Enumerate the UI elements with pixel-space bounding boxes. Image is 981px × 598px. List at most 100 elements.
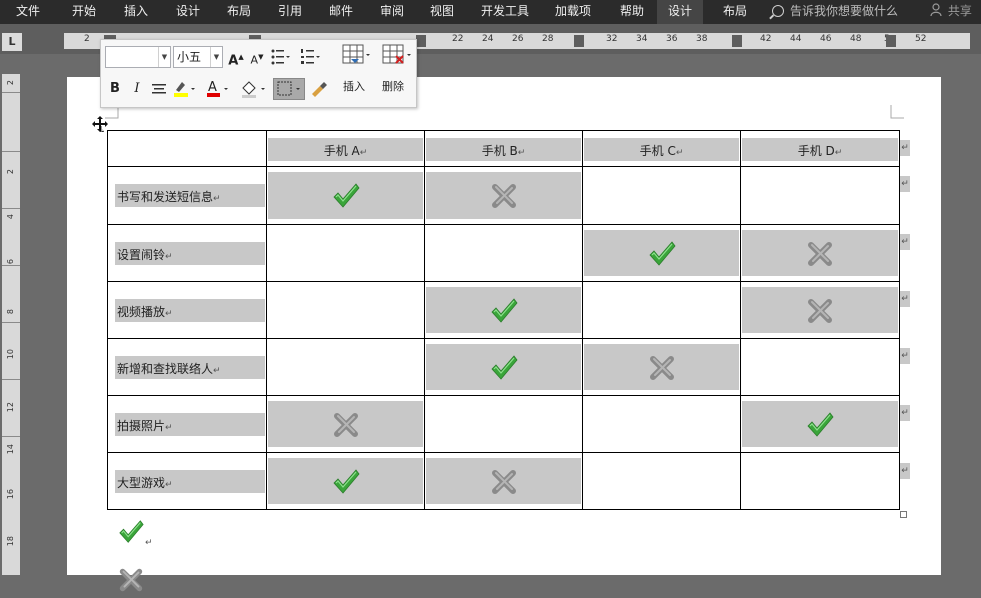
row-label-cell[interactable]: 拍摄照片↵ [107, 395, 267, 453]
ribbon-tab[interactable]: 插入 [120, 0, 152, 24]
ribbon-tab[interactable]: 布局 [223, 0, 255, 24]
ribbon-tab[interactable]: 开始 [68, 0, 100, 24]
ribbon-tab[interactable]: 开发工具 [477, 0, 533, 24]
bold-button[interactable]: B [104, 78, 126, 100]
mark-cell[interactable] [266, 395, 425, 453]
header-cell[interactable]: 手机 A↵ [266, 130, 425, 167]
share-button[interactable]: 共享 [930, 0, 972, 24]
ruler-number: 28 [542, 34, 554, 44]
row-label-cell[interactable]: 书写和发送短信息↵ [107, 166, 267, 225]
header-cell[interactable]: 手机 C↵ [582, 130, 741, 167]
row-marker[interactable] [2, 322, 20, 323]
ribbon-tab[interactable]: 设计 [657, 0, 704, 24]
center-align-icon[interactable] [148, 78, 170, 100]
bullet-list-icon[interactable] [269, 46, 291, 68]
check-icon [489, 296, 519, 329]
tab-selector[interactable]: L [2, 33, 22, 51]
mark-cell[interactable] [582, 452, 741, 510]
mark-cell[interactable] [424, 452, 583, 510]
mark-cell[interactable] [424, 338, 583, 396]
font-color-icon[interactable]: A [204, 78, 228, 100]
highlight-icon[interactable] [171, 78, 195, 100]
mark-cell[interactable] [424, 281, 583, 339]
row-label-cell[interactable]: 视频播放↵ [107, 281, 267, 339]
ribbon-tab[interactable]: 加载项 [551, 0, 595, 24]
tell-me-search[interactable]: 告诉我你想要做什么 [772, 0, 898, 24]
mark-cell[interactable] [740, 338, 900, 396]
column-marker[interactable] [732, 35, 742, 47]
italic-button[interactable]: I [126, 78, 148, 100]
header-cell[interactable] [107, 130, 267, 167]
header-label: 手机 A↵ [267, 142, 424, 159]
ruler-number: 10 [6, 349, 15, 360]
row-label-cell[interactable]: 新增和查找联络人↵ [107, 338, 267, 396]
insert-table-icon[interactable] [342, 44, 370, 66]
row-marker[interactable] [2, 265, 20, 266]
shading-icon[interactable] [239, 78, 265, 100]
row-label-cell[interactable]: 大型游戏↵ [107, 452, 267, 510]
row-label: 书写和发送短信息↵ [117, 188, 221, 205]
mark-cell[interactable] [582, 338, 741, 396]
column-marker[interactable] [416, 35, 426, 47]
mark-cell[interactable] [740, 452, 900, 510]
ribbon-tab[interactable]: 引用 [274, 0, 306, 24]
mark-cell[interactable] [740, 166, 900, 225]
mark-cell[interactable] [266, 338, 425, 396]
row-label-cell[interactable]: 设置闹铃↵ [107, 224, 267, 282]
mark-cell[interactable] [266, 452, 425, 510]
table-resize-handle[interactable] [900, 511, 907, 518]
row-marker[interactable] [2, 92, 20, 93]
ribbon-tab[interactable]: 视图 [426, 0, 458, 24]
ribbon-tab[interactable]: 帮助 [616, 0, 648, 24]
shrink-font-icon[interactable]: A▼ [246, 46, 268, 68]
mark-cell[interactable] [582, 395, 741, 453]
row-marker[interactable] [2, 151, 20, 152]
ribbon-tab[interactable]: 邮件 [325, 0, 357, 24]
row-marker[interactable] [2, 208, 20, 209]
numbered-list-icon[interactable] [299, 46, 321, 68]
header-cell[interactable]: 手机 B↵ [424, 130, 583, 167]
row-marker[interactable] [2, 436, 20, 437]
chevron-down-icon[interactable]: ▼ [210, 47, 222, 67]
font-name-box[interactable]: ▼ [105, 46, 171, 68]
ribbon-tab[interactable]: 布局 [719, 0, 751, 24]
row-label: 视频播放↵ [117, 303, 173, 320]
mark-cell[interactable] [424, 224, 583, 282]
mark-cell[interactable] [424, 395, 583, 453]
grow-font-icon[interactable]: A▲ [225, 46, 247, 68]
column-marker[interactable] [574, 35, 584, 47]
row-label-text: 拍摄照片 [117, 418, 166, 433]
chevron-down-icon[interactable]: ▼ [158, 47, 170, 67]
row-marker[interactable] [2, 379, 20, 380]
check-icon [117, 518, 145, 550]
ruler-number: 32 [606, 34, 618, 44]
feature-table[interactable]: 手机 A↵ 手机 B↵ 手机 C↵ 手机 D↵ 书写和发送短信息↵ 设置闹铃↵ 视频播放↵ 新… [107, 130, 900, 510]
mark-cell[interactable] [582, 224, 741, 282]
mark-cell[interactable] [266, 281, 425, 339]
ruler-number: 52 [915, 34, 927, 44]
ribbon-tab[interactable]: 文件 [12, 0, 44, 24]
mark-cell[interactable] [740, 224, 900, 282]
format-painter-icon[interactable] [308, 78, 330, 100]
ruler-number: 14 [6, 444, 15, 455]
ruler-number: 2 [6, 169, 15, 175]
delete-table-icon[interactable] [382, 44, 411, 66]
ribbon-tab[interactable]: 设计 [172, 0, 204, 24]
mark-cell[interactable] [582, 281, 741, 339]
mark-cell[interactable] [266, 224, 425, 282]
insert-label[interactable]: 插入 [343, 78, 365, 94]
mark-cell[interactable] [424, 166, 583, 225]
table-move-handle-icon[interactable] [92, 116, 108, 132]
mark-cell[interactable] [266, 166, 425, 225]
borders-icon[interactable] [273, 78, 305, 100]
mark-cell[interactable] [740, 281, 900, 339]
delete-label[interactable]: 删除 [382, 78, 404, 94]
header-cell[interactable]: 手机 D↵ [740, 130, 900, 167]
font-size-box[interactable]: 小五 ▼ [173, 46, 223, 68]
font-size-value: 小五 [177, 50, 202, 64]
column-marker[interactable] [886, 35, 896, 47]
mark-cell[interactable] [582, 166, 741, 225]
mark-cell[interactable] [740, 395, 900, 453]
ribbon-tab[interactable]: 审阅 [376, 0, 408, 24]
vertical-ruler[interactable]: 2 2 4 6 8 10 12 14 16 18 [2, 74, 20, 575]
